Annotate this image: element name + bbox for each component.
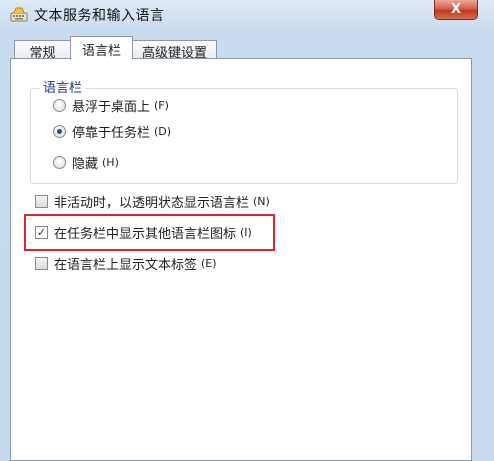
- checkbox-transparent-when-inactive[interactable]: 非活动时，以透明状态显示语言栏 (N): [35, 192, 270, 211]
- dialog-window: 文本服务和输入语言 X 常规 语言栏 高级键设置 语言栏 悬浮于桌面上 (F) …: [0, 0, 494, 461]
- shortcut-key: (N): [253, 195, 270, 208]
- radio-button[interactable]: [53, 99, 66, 112]
- checkbox-label: 非活动时，以透明状态显示语言栏: [54, 196, 250, 211]
- close-icon: X: [450, 2, 462, 17]
- radio-button[interactable]: [53, 156, 66, 169]
- keyboard-icon: [10, 7, 28, 22]
- language-bar-group-legend: 语言栏: [40, 77, 86, 96]
- tab-general[interactable]: 常规: [14, 40, 71, 61]
- window-right-strip: [472, 58, 494, 461]
- highlight-annotation-box: [24, 214, 275, 251]
- window-title: 文本服务和输入语言: [34, 8, 165, 24]
- checkbox-show-text-labels[interactable]: 在语言栏上显示文本标签 (E): [35, 254, 217, 273]
- checkbox[interactable]: [35, 195, 48, 208]
- tab-language-bar[interactable]: 语言栏: [70, 36, 133, 59]
- checkbox-label: 在语言栏上显示文本标签: [54, 258, 198, 273]
- shortcut-key: (D): [154, 125, 172, 138]
- radio-hidden[interactable]: 隐藏 (H): [53, 153, 119, 172]
- shortcut-key: (H): [102, 156, 119, 169]
- tab-advanced-key-settings[interactable]: 高级键设置: [132, 40, 217, 61]
- checkbox[interactable]: [35, 257, 48, 270]
- radio-float-on-desktop[interactable]: 悬浮于桌面上 (F): [53, 96, 169, 115]
- shortcut-key: (E): [201, 257, 217, 270]
- radio-label: 隐藏: [72, 157, 99, 172]
- close-button[interactable]: X: [434, 0, 478, 20]
- radio-label: 停靠于任务栏: [72, 126, 151, 141]
- radio-button[interactable]: [53, 125, 66, 138]
- shortcut-key: (F): [154, 99, 169, 112]
- radio-label: 悬浮于桌面上: [72, 100, 151, 115]
- radio-dock-in-taskbar[interactable]: 停靠于任务栏 (D): [53, 122, 171, 141]
- tab-language-bar-label: 语言栏: [81, 44, 121, 59]
